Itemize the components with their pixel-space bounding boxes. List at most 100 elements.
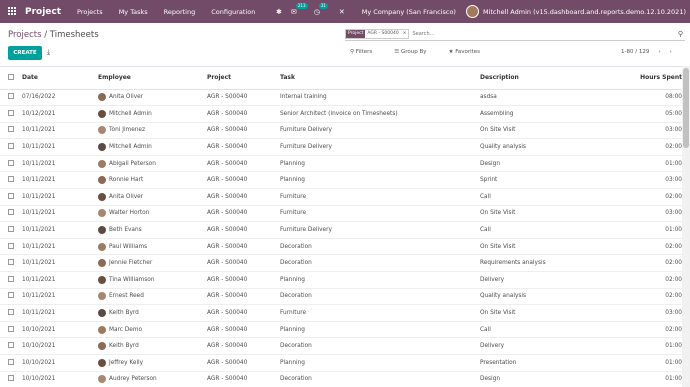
cell-description[interactable]: asdsa: [480, 89, 614, 107]
row-checkbox[interactable]: [8, 275, 14, 282]
facet-remove-icon[interactable]: ×: [403, 31, 407, 36]
cell-date[interactable]: 10/10/2021: [22, 337, 98, 355]
cell-hours-spent[interactable]: 03:00: [614, 171, 682, 190]
cell-employee[interactable]: Toni Jimenez: [109, 127, 145, 133]
menu-configuration[interactable]: Configuration: [211, 8, 255, 16]
table-row[interactable]: 10/11/2021 Walter Horton AGR - S00040 Furni…: [0, 205, 682, 223]
cell-hours-spent[interactable]: 01:00: [614, 354, 682, 372]
header-project[interactable]: Project: [207, 67, 280, 90]
cell-description[interactable]: Presentation: [480, 354, 614, 372]
row-checkbox[interactable]: [8, 259, 14, 266]
activity-icon[interactable]: ◷ 31: [314, 2, 328, 16]
favorites-button[interactable]: ★ Favorites: [449, 49, 492, 55]
cell-description[interactable]: Call: [480, 188, 614, 206]
cell-task[interactable]: Furniture: [280, 304, 480, 322]
cell-employee[interactable]: Audrey Peterson: [109, 376, 157, 382]
header-employee[interactable]: Employee: [98, 67, 207, 90]
pager-next-icon[interactable]: ›: [670, 49, 672, 55]
row-checkbox[interactable]: [8, 192, 14, 199]
cell-task[interactable]: Furniture Delivery: [280, 138, 480, 156]
cell-hours-spent[interactable]: 01:00: [614, 221, 682, 239]
cell-description[interactable]: Assembling: [480, 105, 614, 123]
cell-project[interactable]: AGR - S00040: [207, 238, 280, 256]
download-icon[interactable]: ⤓: [47, 48, 50, 57]
cell-task[interactable]: Decoration: [280, 337, 480, 355]
cell-date[interactable]: 10/11/2021: [22, 254, 98, 273]
table-row[interactable]: 10/11/2021 Abigail Peterson AGR - S00040 Pl…: [0, 155, 682, 173]
table-row[interactable]: 10/10/2021 Jeffrey Kelly AGR - S00040 Plann…: [0, 354, 682, 372]
cell-task[interactable]: Furniture: [280, 205, 480, 223]
row-checkbox[interactable]: [8, 109, 14, 116]
cell-hours-spent[interactable]: 02:00: [614, 288, 682, 306]
cell-project[interactable]: AGR - S00040: [207, 122, 280, 140]
cell-hours-spent[interactable]: 02:00: [614, 254, 682, 273]
table-row[interactable]: 10/11/2021 Toni Jimenez AGR - S00040 Furnit…: [0, 122, 682, 140]
cell-project[interactable]: AGR - S00040: [207, 354, 280, 372]
cell-task[interactable]: Planning: [280, 321, 480, 339]
cell-task[interactable]: Decoration: [280, 254, 480, 273]
cell-employee[interactable]: Anita Oliver: [109, 94, 143, 100]
cell-task[interactable]: Decoration: [280, 371, 480, 387]
cell-project[interactable]: AGR - S00040: [207, 205, 280, 223]
cell-task[interactable]: Internal training: [280, 89, 480, 107]
row-checkbox[interactable]: [8, 325, 14, 332]
cell-hours-spent[interactable]: 08:00: [614, 89, 682, 107]
app-title[interactable]: Project: [25, 7, 61, 17]
cell-employee[interactable]: Mitchell Admin: [109, 111, 152, 117]
cell-task[interactable]: Planning: [280, 155, 480, 173]
cell-hours-spent[interactable]: 01:00: [614, 337, 682, 355]
table-row[interactable]: 10/10/2021 Marc Demo AGR - S00040 Planning C…: [0, 321, 682, 339]
cell-hours-spent[interactable]: 01:00: [614, 371, 682, 387]
cell-date[interactable]: 10/12/2021: [22, 105, 98, 123]
cell-project[interactable]: AGR - S00040: [207, 304, 280, 322]
cell-employee[interactable]: Mitchell Admin: [109, 144, 152, 150]
cell-task[interactable]: Senior Architect (Invoice on Timesheets): [280, 105, 480, 123]
cell-employee[interactable]: Anita Oliver: [109, 194, 143, 200]
cell-description[interactable]: Design: [480, 155, 614, 173]
cell-description[interactable]: Delivery: [480, 271, 614, 289]
cell-task[interactable]: Furniture Delivery: [280, 221, 480, 239]
menu-reporting[interactable]: Reporting: [164, 8, 196, 16]
menu-projects[interactable]: Projects: [77, 8, 103, 16]
row-checkbox[interactable]: [8, 226, 14, 233]
row-checkbox[interactable]: [8, 126, 14, 133]
search-icon[interactable]: ⚲: [678, 30, 683, 38]
table-row[interactable]: 10/11/2021 Beth Evans AGR - S00040 Furnitur…: [0, 221, 682, 239]
cell-task[interactable]: Decoration: [280, 238, 480, 256]
table-row[interactable]: 10/11/2021 Anita Oliver AGR - S00040 Furnit…: [0, 188, 682, 206]
company-switcher[interactable]: My Company (San Francisco): [362, 8, 456, 16]
cell-project[interactable]: AGR - S00040: [207, 288, 280, 306]
header-date[interactable]: Date: [22, 67, 98, 90]
row-checkbox[interactable]: [8, 159, 14, 166]
header-hours-spent[interactable]: Hours Spent: [614, 67, 682, 90]
table-row[interactable]: 10/11/2021 Tina Williamson AGR - S00040 Pla…: [0, 271, 682, 289]
cell-hours-spent[interactable]: 02:00: [614, 238, 682, 256]
row-checkbox[interactable]: [8, 176, 14, 183]
cell-employee[interactable]: Jeffrey Kelly: [109, 360, 143, 366]
filters-button[interactable]: ⚲ Filters: [350, 49, 383, 55]
cell-project[interactable]: AGR - S00040: [207, 221, 280, 239]
group-by-button[interactable]: ☰ Group By: [394, 49, 437, 55]
cell-description[interactable]: Delivery: [480, 337, 614, 355]
user-menu[interactable]: Mitchell Admin (v15.dashboard.and.report…: [483, 8, 686, 16]
cell-description[interactable]: Requirements analysis: [480, 254, 614, 273]
cell-date[interactable]: 10/11/2021: [22, 122, 98, 140]
search-input[interactable]: [412, 30, 653, 37]
cell-project[interactable]: AGR - S00040: [207, 337, 280, 355]
cell-project[interactable]: AGR - S00040: [207, 105, 280, 123]
cell-project[interactable]: AGR - S00040: [207, 271, 280, 289]
header-task[interactable]: Task: [280, 67, 480, 90]
cell-employee[interactable]: Beth Evans: [109, 227, 142, 233]
row-checkbox[interactable]: [8, 358, 14, 365]
apps-menu-icon[interactable]: [8, 7, 17, 16]
row-checkbox[interactable]: [8, 143, 14, 150]
cell-description[interactable]: On Site Visit: [480, 205, 614, 223]
select-all-checkbox[interactable]: [8, 73, 14, 80]
cell-date[interactable]: 10/11/2021: [22, 288, 98, 306]
menu-my-tasks[interactable]: My Tasks: [119, 8, 148, 16]
cell-date[interactable]: 10/11/2021: [22, 238, 98, 256]
cell-hours-spent[interactable]: 03:00: [614, 304, 682, 322]
header-description[interactable]: Description: [480, 67, 614, 90]
cell-date[interactable]: 10/11/2021: [22, 205, 98, 223]
cell-task[interactable]: Decoration: [280, 288, 480, 306]
